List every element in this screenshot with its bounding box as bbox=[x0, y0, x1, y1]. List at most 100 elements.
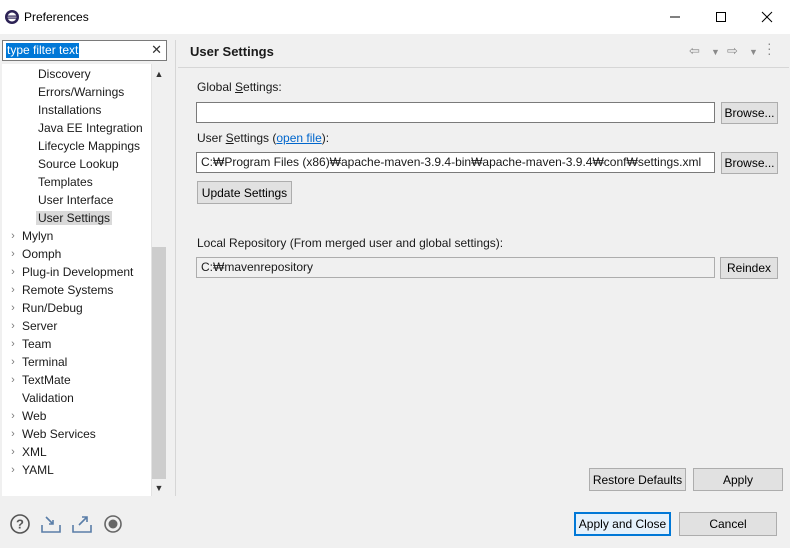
window-title: Preferences bbox=[24, 10, 89, 24]
maximize-icon bbox=[716, 12, 726, 22]
tree-item-label: Java EE Integration bbox=[38, 121, 143, 135]
tree-item-label: Discovery bbox=[38, 67, 91, 81]
tree-item-label: Source Lookup bbox=[38, 157, 119, 171]
scroll-thumb[interactable] bbox=[152, 247, 166, 479]
title-bar: Preferences bbox=[0, 0, 790, 34]
filter-text: type filter text bbox=[6, 43, 80, 58]
user-settings-label: User Settings (open file): bbox=[197, 131, 330, 145]
tree-item[interactable]: Discovery bbox=[38, 65, 91, 83]
tree-item[interactable]: User Settings bbox=[36, 209, 113, 227]
reindex-button[interactable]: Reindex bbox=[720, 257, 778, 279]
tree-item[interactable]: › TextMate bbox=[11, 371, 71, 389]
close-button[interactable] bbox=[744, 0, 790, 34]
global-browse-button[interactable]: Browse... bbox=[721, 102, 778, 124]
record-icon[interactable] bbox=[102, 513, 124, 535]
scroll-up-icon[interactable]: ▲ bbox=[152, 67, 166, 81]
back-icon[interactable]: ⇦ bbox=[689, 43, 700, 59]
tree-item[interactable]: › Team bbox=[11, 335, 52, 353]
close-icon bbox=[761, 11, 773, 23]
tree-item[interactable]: › YAML bbox=[11, 461, 54, 479]
forward-icon[interactable]: ⇨ bbox=[727, 43, 738, 59]
local-repository-field[interactable]: C:₩mavenrepository bbox=[196, 257, 715, 278]
chevron-right-icon[interactable]: › bbox=[8, 407, 18, 425]
tree-item[interactable]: › Terminal bbox=[11, 353, 68, 371]
chevron-right-icon[interactable]: › bbox=[8, 299, 18, 317]
tree-item-label: Installations bbox=[38, 103, 102, 117]
header-divider bbox=[178, 67, 789, 68]
chevron-right-icon[interactable]: › bbox=[8, 371, 18, 389]
tree-item[interactable]: Validation bbox=[22, 389, 74, 407]
back-menu-icon[interactable]: ▼ bbox=[711, 47, 720, 57]
tree-item-label: Validation bbox=[22, 391, 74, 405]
tree-item[interactable]: › Remote Systems bbox=[11, 281, 114, 299]
tree-item[interactable]: › Oomph bbox=[11, 245, 62, 263]
maximize-button[interactable] bbox=[698, 0, 744, 34]
tree-item-label: Terminal bbox=[22, 355, 68, 369]
tree-item-label: Web Services bbox=[22, 427, 96, 441]
chevron-right-icon[interactable]: › bbox=[8, 335, 18, 353]
export-icon[interactable] bbox=[71, 513, 93, 535]
tree-item[interactable]: › XML bbox=[11, 443, 47, 461]
user-settings-field[interactable]: C:₩Program Files (x86)₩apache-maven-3.9.… bbox=[196, 152, 715, 173]
help-icon[interactable]: ? bbox=[9, 513, 31, 535]
tree-item-label: Run/Debug bbox=[22, 301, 83, 315]
tree-item[interactable]: › Run/Debug bbox=[11, 299, 83, 317]
tree-item[interactable]: User Interface bbox=[38, 191, 113, 209]
page-title: User Settings bbox=[190, 44, 274, 59]
tree-item[interactable]: Installations bbox=[38, 101, 101, 119]
tree-item-label: Remote Systems bbox=[22, 283, 114, 297]
local-repository-label: Local Repository (From merged user and g… bbox=[197, 236, 504, 250]
scroll-down-icon[interactable]: ▼ bbox=[152, 481, 166, 495]
tree-item[interactable]: Errors/Warnings bbox=[38, 83, 124, 101]
svg-text:?: ? bbox=[16, 517, 24, 532]
preference-tree: Discovery Errors/Warnings Installations Jav… bbox=[2, 64, 152, 496]
tree-item-label: Errors/Warnings bbox=[38, 85, 125, 99]
tree-item-label: Templates bbox=[38, 175, 93, 189]
filter-input[interactable]: type filter text ✕ bbox=[2, 40, 167, 61]
tree-item[interactable]: Templates bbox=[38, 173, 93, 191]
tree-item[interactable]: › Mylyn bbox=[11, 227, 54, 245]
tree-item[interactable]: Source Lookup bbox=[38, 155, 119, 173]
update-settings-button[interactable]: Update Settings bbox=[197, 181, 292, 204]
tree-item[interactable]: Lifecycle Mappings bbox=[38, 137, 140, 155]
chevron-right-icon[interactable]: › bbox=[8, 281, 18, 299]
clear-icon[interactable]: ✕ bbox=[151, 42, 162, 58]
chevron-right-icon[interactable]: › bbox=[8, 263, 18, 281]
tree-item[interactable]: › Web bbox=[11, 407, 46, 425]
tree-item-label: YAML bbox=[22, 463, 54, 477]
global-settings-label: Global Settings: bbox=[197, 80, 282, 94]
chevron-right-icon[interactable]: › bbox=[8, 317, 18, 335]
view-menu-icon[interactable]: · · · bbox=[767, 36, 772, 60]
minimize-button[interactable] bbox=[652, 0, 698, 34]
tree-item[interactable]: Java EE Integration bbox=[38, 119, 143, 137]
apply-button[interactable]: Apply bbox=[693, 468, 783, 491]
open-file-link[interactable]: open file bbox=[276, 131, 321, 145]
tree-item-label: User Interface bbox=[38, 193, 114, 207]
chevron-right-icon[interactable]: › bbox=[8, 443, 18, 461]
restore-defaults-button[interactable]: Restore Defaults bbox=[589, 468, 686, 491]
tree-item-label: Lifecycle Mappings bbox=[38, 139, 141, 153]
chevron-right-icon[interactable]: › bbox=[8, 227, 18, 245]
tree-item-label: Plug-in Development bbox=[22, 265, 134, 279]
tree-item-label: XML bbox=[22, 445, 47, 459]
tree-item-label: Mylyn bbox=[22, 229, 54, 243]
tree-item-label: TextMate bbox=[22, 373, 71, 387]
forward-menu-icon[interactable]: ▼ bbox=[749, 47, 758, 57]
chevron-right-icon[interactable]: › bbox=[8, 245, 18, 263]
tree-item-label: Team bbox=[22, 337, 52, 351]
import-icon[interactable] bbox=[40, 513, 62, 535]
user-browse-button[interactable]: Browse... bbox=[721, 152, 778, 174]
pane-divider[interactable] bbox=[175, 40, 176, 496]
chevron-right-icon[interactable]: › bbox=[8, 425, 18, 443]
tree-item[interactable]: › Server bbox=[11, 317, 58, 335]
tree-item-label: User Settings bbox=[36, 211, 113, 225]
cancel-button[interactable]: Cancel bbox=[679, 512, 777, 536]
tree-item[interactable]: › Plug-in Development bbox=[11, 263, 134, 281]
chevron-right-icon[interactable]: › bbox=[8, 353, 18, 371]
chevron-right-icon[interactable]: › bbox=[8, 461, 18, 479]
tree-item[interactable]: › Web Services bbox=[11, 425, 96, 443]
apply-and-close-button[interactable]: Apply and Close bbox=[574, 512, 671, 536]
global-settings-field[interactable] bbox=[196, 102, 715, 123]
tree-item-label: Server bbox=[22, 319, 58, 333]
tree-item-label: Oomph bbox=[22, 247, 62, 261]
